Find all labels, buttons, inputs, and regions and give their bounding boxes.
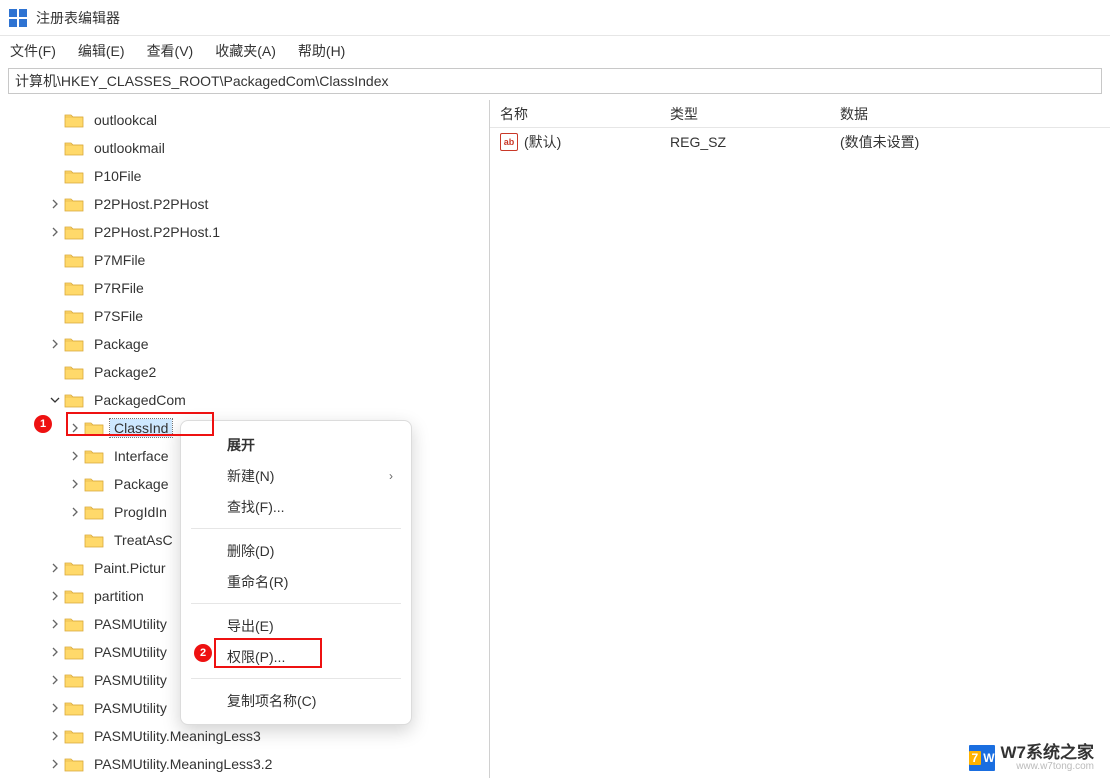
cm-separator (191, 603, 401, 604)
list-header: 名称 类型 数据 (490, 100, 1110, 128)
value-data: (数值未设置) (840, 132, 1110, 152)
col-header-type[interactable]: 类型 (670, 104, 840, 124)
chevron-right-icon[interactable] (48, 673, 62, 687)
chevron-right-icon[interactable] (68, 477, 82, 491)
tree-item-label: P2PHost.P2PHost.1 (90, 223, 224, 241)
annotation-dot-2: 2 (194, 644, 212, 662)
tree-item-label: PackagedCom (90, 391, 190, 409)
tree-item[interactable]: P2PHost.P2PHost (0, 190, 489, 218)
chevron-right-icon[interactable] (48, 589, 62, 603)
menu-edit[interactable]: 编辑(E) (78, 41, 125, 61)
menu-help[interactable]: 帮助(H) (298, 41, 345, 61)
watermark-icon: 7W (969, 745, 995, 771)
regedit-icon (8, 8, 28, 28)
col-header-data[interactable]: 数据 (840, 104, 1110, 124)
annotation-dot-1: 1 (34, 415, 52, 433)
tree-item[interactable]: P7RFile (0, 274, 489, 302)
chevron-right-icon: › (389, 469, 393, 483)
tree-item[interactable]: outlookmail (0, 134, 489, 162)
string-value-icon: ab (500, 133, 518, 151)
address-text: 计算机\HKEY_CLASSES_ROOT\PackagedCom\ClassI… (15, 71, 388, 91)
tree-item-label: PASMUtility (90, 643, 171, 661)
chevron-right-icon[interactable] (48, 617, 62, 631)
tree-item-label: Package (90, 335, 152, 353)
main-split: outlookcal outlookmail P10File P2PHost.P2PH… (0, 100, 1110, 778)
tree-item-label: PASMUtility (90, 615, 171, 633)
tree-item[interactable]: P2PHost.P2PHost.1 (0, 218, 489, 246)
tree-item-label: outlookcal (90, 111, 161, 129)
chevron-right-icon[interactable] (48, 197, 62, 211)
list-row[interactable]: ab (默认) REG_SZ (数值未设置) (490, 128, 1110, 156)
address-bar[interactable]: 计算机\HKEY_CLASSES_ROOT\PackagedCom\ClassI… (8, 68, 1102, 94)
chevron-right-icon[interactable] (48, 701, 62, 715)
list-pane: 名称 类型 数据 ab (默认) REG_SZ (数值未设置) (490, 100, 1110, 778)
chevron-right-icon[interactable] (68, 505, 82, 519)
chevron-right-icon[interactable] (48, 645, 62, 659)
tree-item-label: PASMUtility.MeaningLess3 (90, 727, 265, 745)
value-name: (默认) (524, 132, 561, 152)
titlebar: 注册表编辑器 (0, 0, 1110, 36)
chevron-down-icon[interactable] (48, 393, 62, 407)
tree-item[interactable]: Package2 (0, 358, 489, 386)
tree-item-label: P7MFile (90, 251, 149, 269)
chevron-right-icon[interactable] (48, 729, 62, 743)
tree-item-label: outlookmail (90, 139, 169, 157)
tree-item-label: ClassInd (110, 419, 172, 437)
context-menu: 展开 新建(N)› 查找(F)... 删除(D) 重命名(R) 导出(E) 权限… (180, 420, 412, 725)
chevron-right-icon[interactable] (48, 225, 62, 239)
tree-item[interactable]: outlookcal (0, 106, 489, 134)
tree-item-label: TreatAsC (110, 531, 177, 549)
menubar: 文件(F) 编辑(E) 查看(V) 收藏夹(A) 帮助(H) (0, 36, 1110, 66)
tree-item-label: partition (90, 587, 148, 605)
cm-new[interactable]: 新建(N)› (181, 460, 411, 491)
cm-rename[interactable]: 重命名(R) (181, 566, 411, 597)
watermark-url: www.w7tong.com (1001, 761, 1095, 772)
chevron-right-icon[interactable] (48, 757, 62, 771)
cm-expand[interactable]: 展开 (181, 429, 411, 460)
chevron-right-icon[interactable] (68, 421, 82, 435)
menu-favorites[interactable]: 收藏夹(A) (215, 41, 276, 61)
cm-find[interactable]: 查找(F)... (181, 491, 411, 522)
window-title: 注册表编辑器 (36, 8, 120, 28)
tree-item[interactable]: P10File (0, 162, 489, 190)
cm-export[interactable]: 导出(E) (181, 610, 411, 641)
tree-item-label: PASMUtility.MeaningLess3.2 (90, 755, 276, 773)
watermark-brand: W7系统之家 (1001, 744, 1095, 761)
tree-item-label: P7RFile (90, 279, 148, 297)
tree-item[interactable]: P7SFile (0, 302, 489, 330)
col-header-name[interactable]: 名称 (500, 104, 670, 124)
tree-item-label: Package2 (90, 363, 160, 381)
cm-delete[interactable]: 删除(D) (181, 535, 411, 566)
tree-item-label: Paint.Pictur (90, 559, 170, 577)
tree-item[interactable]: PASMUtility.MeaningLess3.2 (0, 750, 489, 778)
menu-view[interactable]: 查看(V) (147, 41, 194, 61)
tree-item[interactable]: PackagedCom (0, 386, 489, 414)
cm-copy-key-name[interactable]: 复制项名称(C) (181, 685, 411, 716)
tree-item[interactable]: P7MFile (0, 246, 489, 274)
tree-item[interactable]: PASMUtility.MeaningLess3 (0, 722, 489, 750)
cm-separator (191, 528, 401, 529)
tree-item-label: P10File (90, 167, 145, 185)
tree-item-label: ProgIdIn (110, 503, 171, 521)
watermark: 7W W7系统之家 www.w7tong.com (969, 744, 1095, 772)
chevron-right-icon[interactable] (68, 449, 82, 463)
value-type: REG_SZ (670, 134, 840, 150)
menu-file[interactable]: 文件(F) (10, 41, 56, 61)
tree-item-label: PASMUtility (90, 671, 171, 689)
tree-item-label: PASMUtility (90, 699, 171, 717)
chevron-right-icon[interactable] (48, 337, 62, 351)
cm-separator (191, 678, 401, 679)
tree-item-label: Interface (110, 447, 172, 465)
tree-item-label: Package (110, 475, 172, 493)
tree-item-label: P7SFile (90, 307, 147, 325)
cm-permissions[interactable]: 权限(P)... (181, 641, 411, 672)
tree-item-label: P2PHost.P2PHost (90, 195, 212, 213)
tree-item[interactable]: Package (0, 330, 489, 358)
chevron-right-icon[interactable] (48, 561, 62, 575)
